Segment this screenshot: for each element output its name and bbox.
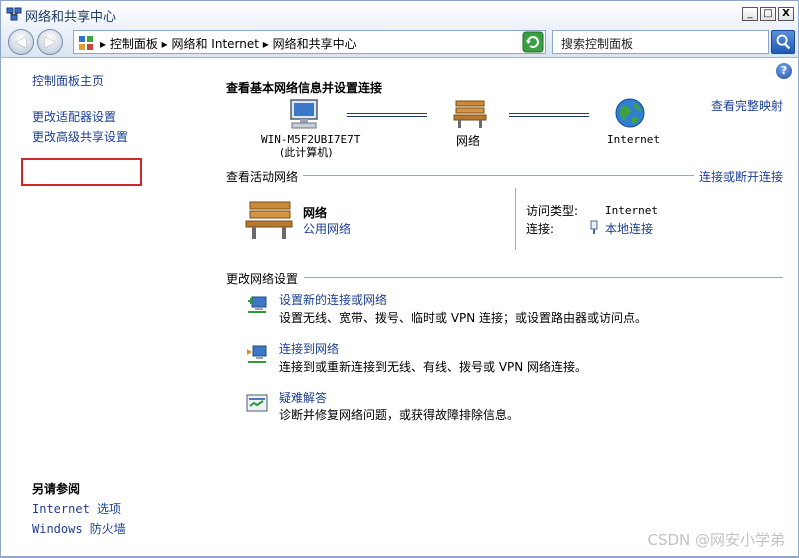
access-type-value: Internet bbox=[605, 204, 658, 217]
help-icon[interactable]: ? bbox=[776, 63, 792, 79]
map-link-line-2 bbox=[509, 113, 589, 117]
sidebar-link-firewall[interactable]: Windows 防火墙 bbox=[32, 520, 126, 537]
change-settings-heading: 更改网络设置 bbox=[226, 272, 299, 286]
task-desc-troubleshoot: 诊断并修复网络问题，或获得故障排除信息。 bbox=[279, 408, 520, 422]
map-internet-label: Internet bbox=[607, 133, 660, 146]
sidebar-link-internet-options[interactable]: Internet 选项 bbox=[32, 500, 121, 517]
active-network-bench-icon bbox=[245, 201, 293, 239]
network-center-icon bbox=[6, 7, 22, 21]
change-settings-separator bbox=[304, 277, 783, 278]
computer-subtitle: (此计算机) bbox=[280, 146, 333, 159]
main-content: ? 查看基本网络信息并设置连接 查看完整映射 WIN-M5F2UBI7E7T (… bbox=[210, 58, 799, 558]
internet-globe-icon bbox=[615, 98, 645, 128]
new-connection-icon bbox=[248, 296, 267, 313]
connections-label: 连接: bbox=[526, 222, 555, 236]
map-network-label: 网络 bbox=[456, 134, 481, 148]
back-button[interactable]: ◀ bbox=[8, 29, 34, 55]
refresh-icon[interactable] bbox=[522, 31, 544, 53]
search-icon[interactable] bbox=[771, 30, 795, 54]
breadcrumb[interactable]: ▸ 控制面板 ▸ 网络和 Internet ▸ 网络和共享中心 ▾ bbox=[73, 30, 546, 54]
sidebar-link-home[interactable]: 控制面板主页 bbox=[32, 72, 104, 89]
search-input[interactable]: 搜索控制面板 bbox=[552, 30, 769, 54]
sidebar-link-adapter-settings[interactable]: 更改适配器设置 bbox=[32, 108, 116, 125]
window-title: 网络和共享中心 bbox=[25, 10, 117, 25]
control-panel-icon bbox=[79, 36, 93, 50]
watermark: CSDN @网安小学弟 bbox=[647, 531, 785, 549]
close-button[interactable]: X bbox=[778, 7, 794, 21]
local-connection-link[interactable]: 本地连接 bbox=[605, 220, 653, 237]
sidebar-link-advanced-sharing[interactable]: 更改高级共享设置 bbox=[32, 128, 128, 145]
active-networks-separator bbox=[303, 175, 694, 176]
connect-disconnect-link[interactable]: 连接或断开连接 bbox=[699, 168, 783, 185]
access-type-label: 访问类型: bbox=[526, 204, 579, 218]
task-desc-new-connection: 设置无线、宽带、拨号、临时或 VPN 连接；或设置路由器或访问点。 bbox=[279, 311, 648, 325]
search-placeholder: 搜索控制面板 bbox=[561, 37, 634, 51]
page-title: 查看基本网络信息并设置连接 bbox=[226, 81, 383, 95]
see-also-heading: 另请参阅 bbox=[32, 482, 81, 496]
task-title-troubleshoot[interactable]: 疑难解答 bbox=[279, 389, 327, 406]
task-title-new-connection[interactable]: 设置新的连接或网络 bbox=[279, 291, 387, 308]
forward-button[interactable]: ▶ bbox=[37, 29, 63, 55]
network-bench-icon bbox=[453, 100, 487, 128]
address-bar: ◀ ▶ ▸ 控制面板 ▸ 网络和 Internet ▸ 网络和共享中心 ▾ 搜索… bbox=[0, 26, 799, 58]
connect-to-network-icon bbox=[247, 345, 267, 363]
highlight-box bbox=[21, 158, 142, 186]
view-full-map-link[interactable]: 查看完整映射 bbox=[711, 97, 783, 114]
ethernet-plug-icon bbox=[590, 220, 598, 234]
maximize-button[interactable]: □ bbox=[760, 7, 776, 21]
back-arrow-icon: ◀ bbox=[15, 34, 27, 50]
map-link-line-1 bbox=[347, 113, 427, 117]
computer-icon bbox=[290, 99, 318, 129]
active-network-name: 网络 bbox=[303, 206, 328, 220]
breadcrumb-path[interactable]: ▸ 控制面板 ▸ 网络和 Internet ▸ 网络和共享中心 bbox=[100, 35, 357, 52]
sidebar: 控制面板主页 更改适配器设置 更改高级共享设置 另请参阅 Internet 选项… bbox=[0, 58, 210, 558]
task-title-connect-to-network[interactable]: 连接到网络 bbox=[279, 340, 339, 357]
troubleshoot-icon bbox=[246, 394, 268, 412]
task-desc-connect-to-network: 连接到或重新连接到无线、有线、拨号或 VPN 网络连接。 bbox=[279, 360, 588, 374]
minimize-button[interactable]: _ bbox=[742, 7, 758, 21]
active-network-divider bbox=[515, 188, 516, 250]
title-bar: 网络和共享中心 _ □ X bbox=[0, 0, 799, 26]
forward-arrow-icon: ▶ bbox=[44, 34, 56, 50]
network-category-link[interactable]: 公用网络 bbox=[303, 220, 351, 237]
active-networks-heading: 查看活动网络 bbox=[226, 170, 299, 184]
